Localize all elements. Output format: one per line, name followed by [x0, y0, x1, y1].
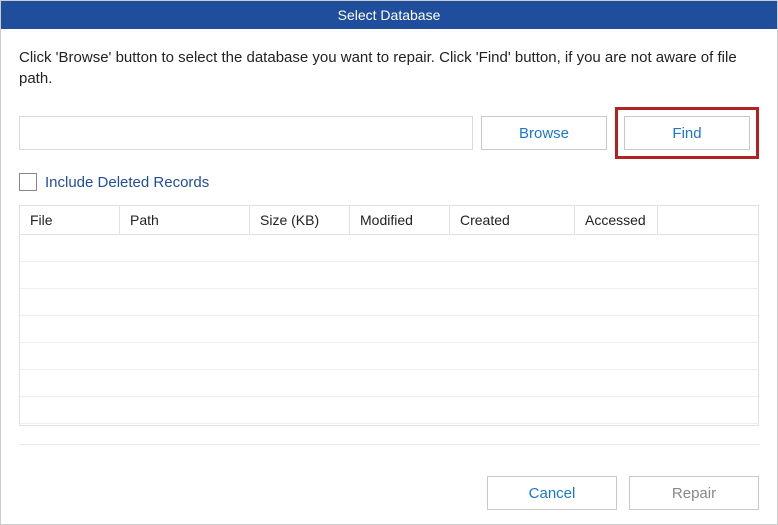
- include-deleted-checkbox[interactable]: [19, 173, 37, 191]
- table-row: [20, 235, 758, 262]
- find-highlight-box: Find: [615, 107, 759, 159]
- table-row: [20, 316, 758, 343]
- repair-button[interactable]: Repair: [629, 476, 759, 510]
- instruction-text: Click 'Browse' button to select the data…: [19, 47, 759, 89]
- table-row: [20, 397, 758, 424]
- table-row: [20, 262, 758, 289]
- dialog-content: Click 'Browse' button to select the data…: [1, 29, 777, 445]
- title-bar: Select Database: [1, 1, 777, 29]
- find-button[interactable]: Find: [624, 116, 750, 150]
- footer-divider: [19, 444, 759, 445]
- browse-button[interactable]: Browse: [481, 116, 607, 150]
- dialog-footer: Cancel Repair: [487, 476, 759, 510]
- results-table: File Path Size (KB) Modified Created Acc…: [19, 205, 759, 426]
- table-row: [20, 370, 758, 397]
- column-file[interactable]: File: [20, 206, 120, 234]
- cancel-button[interactable]: Cancel: [487, 476, 617, 510]
- window-title: Select Database: [338, 7, 441, 23]
- column-path[interactable]: Path: [120, 206, 250, 234]
- database-path-input[interactable]: [19, 116, 473, 150]
- column-created[interactable]: Created: [450, 206, 575, 234]
- column-extra: [658, 206, 758, 234]
- table-row: [20, 289, 758, 316]
- column-accessed[interactable]: Accessed: [575, 206, 658, 234]
- table-body: [20, 235, 758, 425]
- include-deleted-label[interactable]: Include Deleted Records: [45, 174, 209, 191]
- include-deleted-row: Include Deleted Records: [19, 173, 759, 191]
- column-size[interactable]: Size (KB): [250, 206, 350, 234]
- table-row: [20, 343, 758, 370]
- table-header: File Path Size (KB) Modified Created Acc…: [20, 206, 758, 235]
- browse-row: Browse Find: [19, 107, 759, 159]
- column-modified[interactable]: Modified: [350, 206, 450, 234]
